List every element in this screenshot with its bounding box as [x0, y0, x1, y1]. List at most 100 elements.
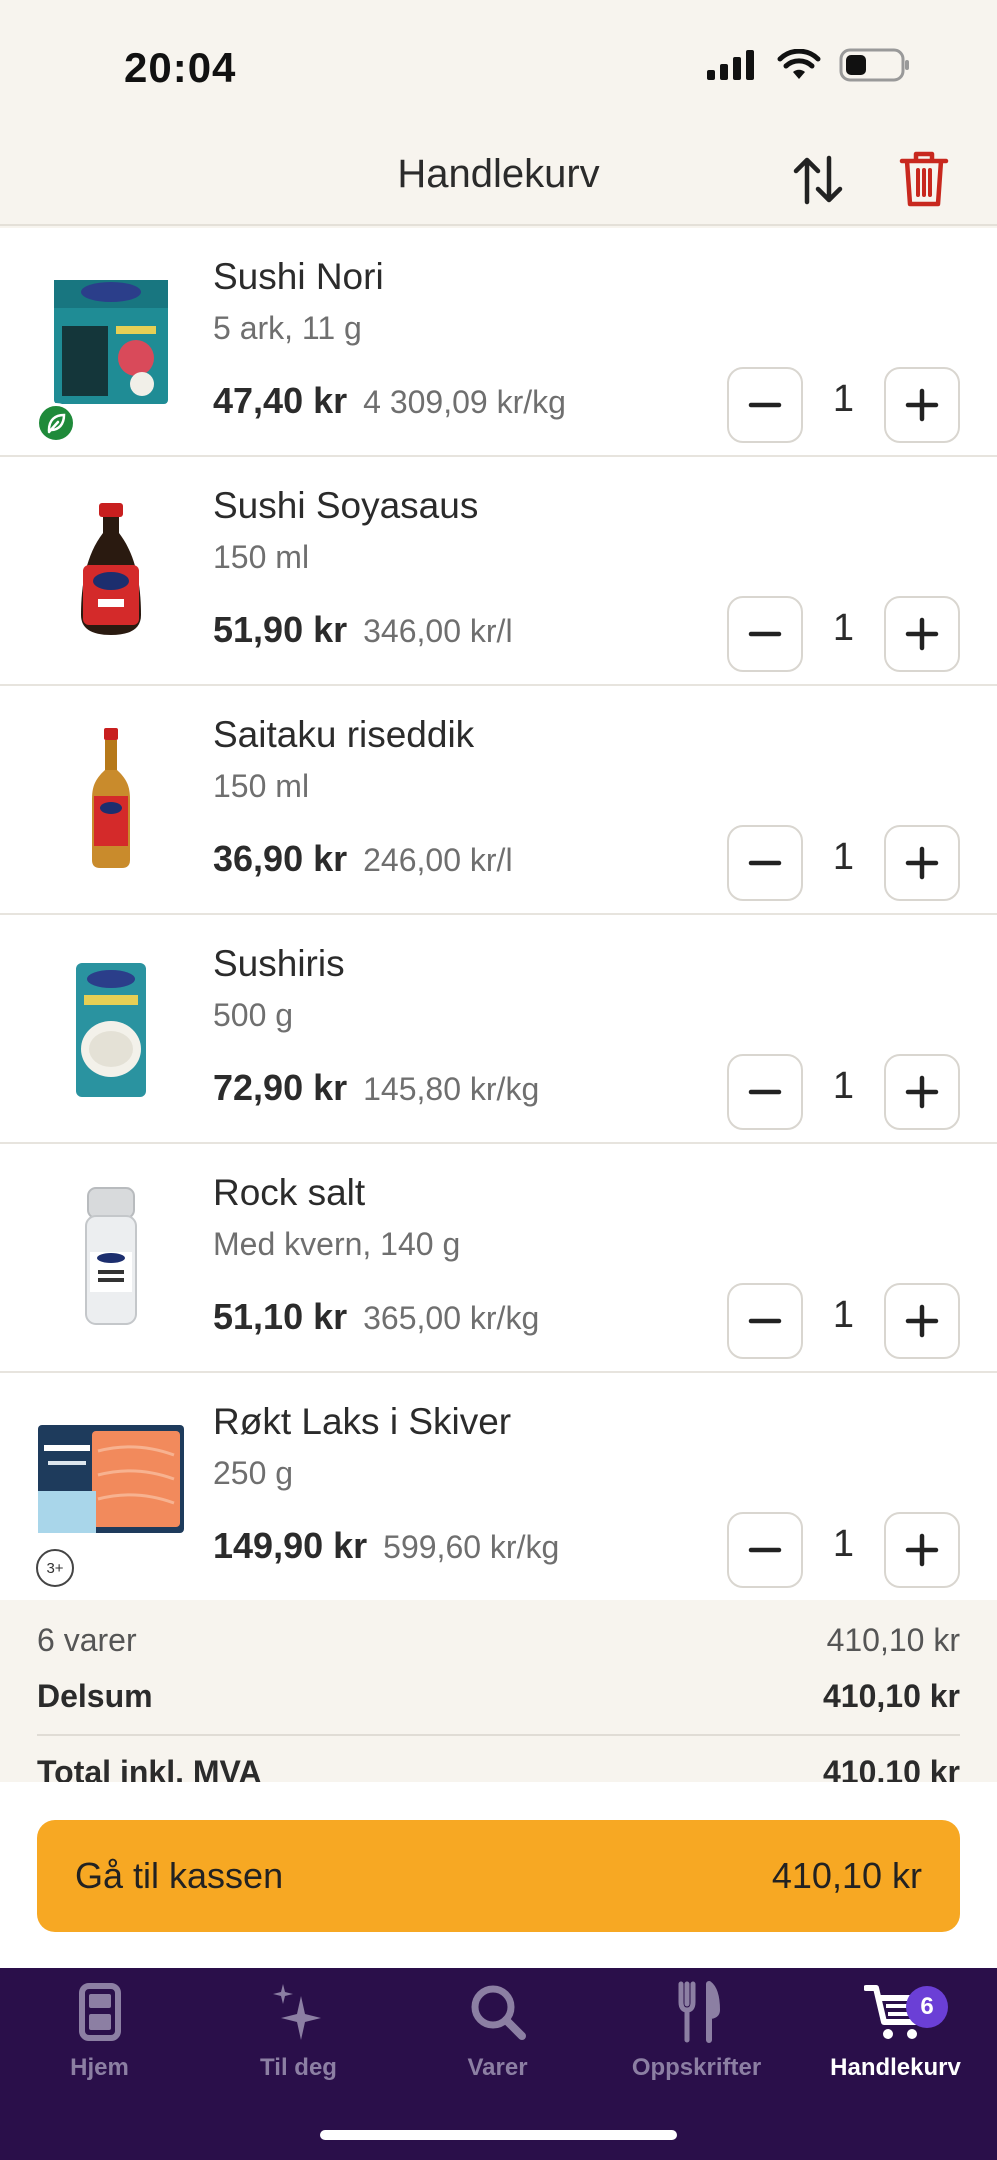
product-image	[38, 1425, 184, 1533]
quantity-value: 1	[832, 1294, 855, 1336]
price-value: 51,10 kr	[213, 1296, 348, 1337]
total-row: Total inkl. MVA 410,10 kr	[37, 1754, 960, 1782]
product-price: 72,90 kr 145,80 kr/kg	[213, 1067, 539, 1109]
status-icons	[707, 48, 911, 82]
increase-button[interactable]	[884, 1512, 960, 1588]
order-summary: 6 varer 410,10 kr Delsum 410,10 kr Total…	[0, 1600, 997, 1782]
decrease-button[interactable]	[727, 1283, 803, 1359]
sort-button[interactable]	[788, 150, 848, 210]
unit-price: 246,00 kr/l	[363, 842, 513, 878]
product-price: 51,10 kr 365,00 kr/kg	[213, 1296, 539, 1338]
checkout-amount: 410,10 kr	[771, 1855, 922, 1896]
product-image	[81, 503, 141, 635]
product-size: 5 ark, 11 g	[213, 310, 362, 346]
unit-price: 365,00 kr/kg	[363, 1300, 540, 1336]
cart-item[interactable]: 3+ Røkt Laks i Skiver 250 g 149,90 kr 599…	[0, 1373, 997, 1600]
price-value: 47,40 kr	[213, 380, 348, 421]
increase-button[interactable]	[884, 596, 960, 672]
cart-item[interactable]: Saitaku riseddik 150 ml 36,90 kr 246,00 k…	[0, 686, 997, 915]
total-label: Total inkl. MVA	[37, 1754, 262, 1782]
home-indicator[interactable]	[320, 2130, 677, 2140]
product-price: 47,40 kr 4 309,09 kr/kg	[213, 380, 566, 422]
unit-price: 4 309,09 kr/kg	[363, 384, 566, 420]
plus-icon	[905, 846, 939, 880]
fork-knife-icon	[678, 1981, 720, 2043]
cart-item[interactable]: Rock salt Med kvern, 140 g 51,10 kr 365,0…	[0, 1144, 997, 1373]
sort-icon	[793, 155, 843, 205]
product-size: Med kvern, 140 g	[213, 1226, 461, 1262]
cart-item[interactable]: Sushi Soyasaus 150 ml 51,90 kr 346,00 kr/…	[0, 457, 997, 686]
nav-label: Hjem	[70, 2054, 129, 2081]
product-name: Saitaku riseddik	[213, 714, 475, 755]
minus-icon	[748, 860, 782, 866]
price-value: 149,90 kr	[213, 1525, 368, 1566]
product-image	[54, 280, 168, 404]
plus-icon	[905, 388, 939, 422]
product-size: 150 ml	[213, 539, 310, 575]
total-amount: 410,10 kr	[822, 1754, 960, 1782]
vegan-badge	[36, 403, 76, 443]
decrease-button[interactable]	[727, 596, 803, 672]
quantity-value: 1	[832, 378, 855, 420]
plus-icon	[905, 1533, 939, 1567]
unit-price: 346,00 kr/l	[363, 613, 513, 649]
product-image	[85, 1187, 137, 1325]
decrease-button[interactable]	[727, 1054, 803, 1130]
nav-item-hjem[interactable]: Hjem	[0, 1980, 199, 2100]
status-bar: 20:04	[0, 0, 997, 132]
signal-icon	[707, 50, 754, 80]
cart-count-badge: 6	[906, 1986, 948, 2028]
product-name: Sushiris	[213, 943, 345, 984]
item-count-row: 6 varer 410,10 kr	[37, 1622, 960, 1659]
nav-label: Oppskrifter	[631, 2054, 762, 2081]
quantity-value: 1	[832, 607, 855, 649]
product-price: 149,90 kr 599,60 kr/kg	[213, 1525, 559, 1567]
product-price: 36,90 kr 246,00 kr/l	[213, 838, 513, 880]
checkout-label: Gå til kassen	[75, 1855, 284, 1896]
nav-item-oppskrifter[interactable]: Oppskrifter	[597, 1980, 796, 2100]
minus-icon	[748, 1318, 782, 1324]
increase-button[interactable]	[884, 367, 960, 443]
quantity-value: 1	[832, 1523, 855, 1565]
product-name: Sushi Nori	[213, 256, 384, 297]
checkout-area: Gå til kassen 410,10 kr	[0, 1782, 997, 1968]
unit-price: 145,80 kr/kg	[363, 1071, 540, 1107]
unit-price: 599,60 kr/kg	[383, 1529, 560, 1565]
product-price: 51,90 kr 346,00 kr/l	[213, 609, 513, 651]
item-count-amount: 410,10 kr	[826, 1622, 960, 1658]
cart-item[interactable]: Sushi Nori 5 ark, 11 g 47,40 kr 4 309,09 …	[0, 228, 997, 457]
increase-button[interactable]	[884, 1283, 960, 1359]
minus-icon	[748, 1089, 782, 1095]
checkout-button[interactable]: Gå til kassen 410,10 kr	[37, 1820, 960, 1932]
clear-cart-button[interactable]	[898, 148, 950, 210]
nav-item-handlekurv[interactable]: Handlekurv 6	[796, 1980, 995, 2100]
nav-label: Handlekurv	[830, 2054, 961, 2081]
plus-icon	[905, 617, 939, 651]
product-name: Sushi Soyasaus	[213, 485, 479, 526]
decrease-button[interactable]	[727, 825, 803, 901]
status-time: 20:04	[124, 44, 237, 91]
leaf-icon	[47, 413, 66, 434]
subtotal-row: Delsum 410,10 kr	[37, 1678, 960, 1715]
minus-icon	[748, 1547, 782, 1553]
decrease-button[interactable]	[727, 367, 803, 443]
minus-icon	[748, 402, 782, 408]
header: Handlekurv	[0, 132, 997, 226]
plus-icon	[905, 1075, 939, 1109]
product-image	[92, 728, 130, 868]
summary-divider	[37, 1734, 960, 1736]
nav-item-varer[interactable]: Varer	[398, 1980, 597, 2100]
decrease-button[interactable]	[727, 1512, 803, 1588]
trash-icon	[899, 151, 949, 207]
quantity-value: 1	[832, 836, 855, 878]
nav-item-til-deg[interactable]: Til deg	[199, 1980, 398, 2100]
product-size: 250 g	[213, 1455, 294, 1491]
product-name: Røkt Laks i Skiver	[213, 1401, 512, 1442]
wifi-icon	[777, 49, 821, 79]
increase-button[interactable]	[884, 825, 960, 901]
battery-icon	[839, 48, 909, 82]
product-name: Rock salt	[213, 1172, 366, 1213]
cart-item[interactable]: Sushiris 500 g 72,90 kr 145,80 kr/kg 1	[0, 915, 997, 1144]
increase-button[interactable]	[884, 1054, 960, 1130]
sparkle-icon	[272, 1984, 321, 2040]
